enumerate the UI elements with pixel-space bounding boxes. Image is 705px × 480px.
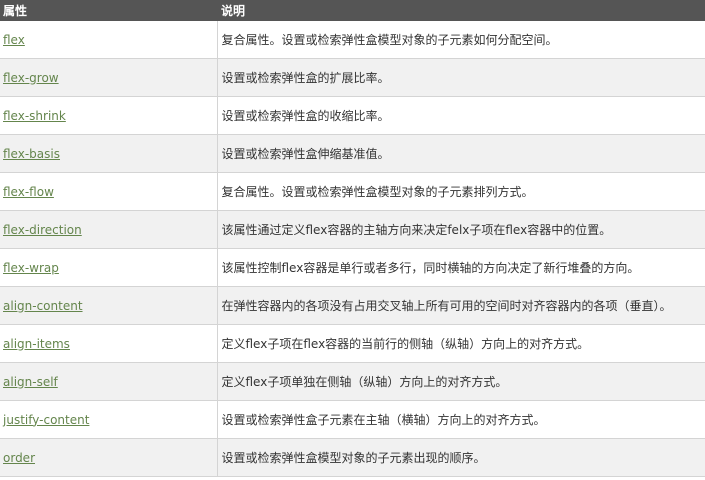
property-cell: align-items [0,324,217,363]
css-flex-properties-table: 属性 说明 flex 复合属性。设置或检索弹性盒模型对象的子元素如何分配空间。 … [0,0,705,477]
table-row: align-self 定义flex子项单独在侧轴（纵轴）方向上的对齐方式。 [0,362,705,401]
table-row: order 设置或检索弹性盒模型对象的子元素出现的顺序。 [0,438,705,477]
property-cell: flex [0,21,217,59]
table-row: flex-wrap 该属性控制flex容器是单行或者多行，同时横轴的方向决定了新… [0,248,705,287]
property-cell: flex-grow [0,58,217,97]
table-row: flex-basis 设置或检索弹性盒伸缩基准值。 [0,134,705,173]
property-link-flex[interactable]: flex [3,33,25,47]
description-cell: 该属性通过定义flex容器的主轴方向来决定felx子项在flex容器中的位置。 [216,210,705,249]
header-property: 属性 [0,0,217,21]
property-cell: flex-wrap [0,248,217,287]
property-link-order[interactable]: order [3,451,35,465]
property-cell: order [0,438,217,477]
table-row: flex-shrink 设置或检索弹性盒的收缩比率。 [0,96,705,135]
description-cell: 定义flex子项在flex容器的当前行的侧轴（纵轴）方向上的对齐方式。 [216,324,705,363]
description-cell: 定义flex子项单独在侧轴（纵轴）方向上的对齐方式。 [216,362,705,401]
property-link-flex-flow[interactable]: flex-flow [3,185,54,199]
property-link-flex-shrink[interactable]: flex-shrink [3,109,66,123]
property-link-flex-grow[interactable]: flex-grow [3,71,59,85]
property-link-align-self[interactable]: align-self [3,375,58,389]
description-cell: 在弹性容器内的各项没有占用交叉轴上所有可用的空间时对齐容器内的各项（垂直）。 [216,286,705,325]
description-cell: 设置或检索弹性盒模型对象的子元素出现的顺序。 [216,438,705,477]
property-cell: align-content [0,286,217,325]
property-cell: flex-shrink [0,96,217,135]
table-row: justify-content 设置或检索弹性盒子元素在主轴（横轴）方向上的对齐… [0,400,705,439]
property-cell: flex-basis [0,134,217,173]
property-link-flex-direction[interactable]: flex-direction [3,223,82,237]
table-row: align-items 定义flex子项在flex容器的当前行的侧轴（纵轴）方向… [0,324,705,363]
table-row: flex-direction 该属性通过定义flex容器的主轴方向来决定felx… [0,210,705,249]
description-cell: 复合属性。设置或检索弹性盒模型对象的子元素如何分配空间。 [216,21,705,59]
table-row: flex-grow 设置或检索弹性盒的扩展比率。 [0,58,705,97]
table-row: align-content 在弹性容器内的各项没有占用交叉轴上所有可用的空间时对… [0,286,705,325]
property-cell: justify-content [0,400,217,439]
property-link-flex-wrap[interactable]: flex-wrap [3,261,59,275]
property-cell: align-self [0,362,217,401]
property-cell: flex-direction [0,210,217,249]
table-row: flex 复合属性。设置或检索弹性盒模型对象的子元素如何分配空间。 [0,21,705,59]
description-cell: 设置或检索弹性盒子元素在主轴（横轴）方向上的对齐方式。 [216,400,705,439]
property-link-align-items[interactable]: align-items [3,337,70,351]
description-cell: 设置或检索弹性盒的扩展比率。 [216,58,705,97]
property-link-justify-content[interactable]: justify-content [3,413,89,427]
property-cell: flex-flow [0,172,217,211]
header-description: 说明 [217,0,705,21]
table-header-row: 属性 说明 [0,0,705,21]
description-cell: 复合属性。设置或检索弹性盒模型对象的子元素排列方式。 [216,172,705,211]
table-row: flex-flow 复合属性。设置或检索弹性盒模型对象的子元素排列方式。 [0,172,705,211]
property-link-flex-basis[interactable]: flex-basis [3,147,60,161]
description-cell: 设置或检索弹性盒的收缩比率。 [216,96,705,135]
description-cell: 设置或检索弹性盒伸缩基准值。 [216,134,705,173]
description-cell: 该属性控制flex容器是单行或者多行，同时横轴的方向决定了新行堆叠的方向。 [216,248,705,287]
property-link-align-content[interactable]: align-content [3,299,83,313]
